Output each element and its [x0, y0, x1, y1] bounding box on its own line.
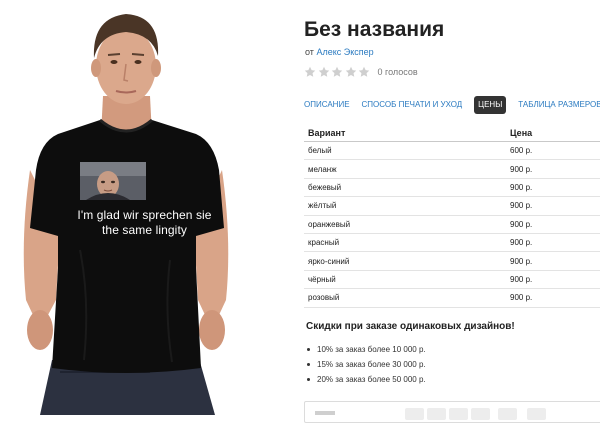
price-cell: 900 р.	[504, 178, 600, 198]
table-header-row: Вариант Цена	[304, 124, 600, 142]
price-cell: 900 р.	[504, 270, 600, 290]
print-caption-line-2: the same lingity	[102, 223, 187, 237]
size-option-button[interactable]	[471, 408, 490, 420]
star-icon[interactable]	[331, 66, 343, 78]
price-cell: 900 р.	[504, 196, 600, 216]
size-option-button[interactable]	[405, 408, 424, 420]
panel-label	[315, 411, 335, 415]
variant-cell: ярко-синий	[304, 251, 504, 271]
product-image[interactable]: I'm glad wir sprechen sie the same lingi…	[0, 0, 280, 415]
price-table: Вариант Цена белый 600 р. меланж 900 р. бе…	[304, 124, 600, 308]
tab-prices[interactable]: ЦЕНЫ	[474, 96, 507, 114]
variant-cell: розовый	[304, 288, 504, 308]
variant-cell: чёрный	[304, 270, 504, 290]
table-row: белый 600 р.	[304, 141, 600, 161]
author-line: от Алекс Экспер	[305, 47, 374, 57]
column-header-price: Цена	[504, 124, 600, 142]
table-row: жёлтый 900 р.	[304, 196, 600, 216]
tab-size-chart[interactable]: ТАБЛИЦА РАЗМЕРОВ	[518, 96, 600, 114]
table-row: меланж 900 р.	[304, 159, 600, 179]
table-row: ярко-синий 900 р.	[304, 251, 600, 271]
variant-cell: оранжевый	[304, 215, 504, 234]
size-option-button[interactable]	[527, 408, 546, 420]
size-option-button[interactable]	[449, 408, 468, 420]
variant-cell: бежевый	[304, 178, 504, 198]
price-cell: 600 р.	[504, 141, 600, 161]
rating-count: 0 голосов	[377, 67, 418, 77]
rating: 0 голосов	[304, 66, 418, 78]
price-cell: 900 р.	[504, 288, 600, 308]
price-cell: 900 р.	[504, 159, 600, 179]
author-prefix: от	[305, 47, 314, 57]
size-option-button[interactable]	[427, 408, 446, 420]
star-icon[interactable]	[358, 66, 370, 78]
table-row: розовый 900 р.	[304, 288, 600, 308]
table-row: чёрный 900 р.	[304, 270, 600, 290]
price-cell: 900 р.	[504, 215, 600, 234]
table-row: бежевый 900 р.	[304, 178, 600, 198]
table-row: оранжевый 900 р.	[304, 215, 600, 234]
list-item: 20% за заказ более 50 000 р.	[306, 372, 426, 387]
star-icon[interactable]	[318, 66, 330, 78]
print-photo	[80, 162, 146, 200]
star-icon[interactable]	[304, 66, 316, 78]
variant-cell: белый	[304, 141, 504, 161]
table-row: красный 900 р.	[304, 233, 600, 253]
tab-printing-care[interactable]: СПОСОБ ПЕЧАТИ И УХОД	[362, 96, 463, 114]
variant-cell: жёлтый	[304, 196, 504, 216]
variant-cell: красный	[304, 233, 504, 253]
size-option-button[interactable]	[498, 408, 517, 420]
list-item: 10% за заказ более 10 000 р.	[306, 342, 426, 357]
product-tabs: ОПИСАНИЕ СПОСОБ ПЕЧАТИ И УХОД ЦЕНЫ ТАБЛИ…	[304, 96, 600, 114]
price-cell: 900 р.	[504, 233, 600, 253]
discount-title: Скидки при заказе одинаковых дизайнов!	[306, 321, 515, 332]
list-item: 15% за заказ более 30 000 р.	[306, 357, 426, 372]
tab-description[interactable]: ОПИСАНИЕ	[304, 96, 350, 114]
print-caption-line-1: I'm glad wir sprechen sie	[77, 208, 212, 222]
discount-list: 10% за заказ более 10 000 р. 15% за зака…	[306, 342, 426, 387]
product-title: Без названия	[304, 18, 445, 41]
price-cell: 900 р.	[504, 251, 600, 271]
column-header-variant: Вариант	[304, 124, 504, 142]
size-selector-panel	[304, 401, 600, 423]
star-icon[interactable]	[345, 66, 357, 78]
author-link[interactable]: Алекс Экспер	[316, 47, 373, 57]
variant-cell: меланж	[304, 159, 504, 179]
